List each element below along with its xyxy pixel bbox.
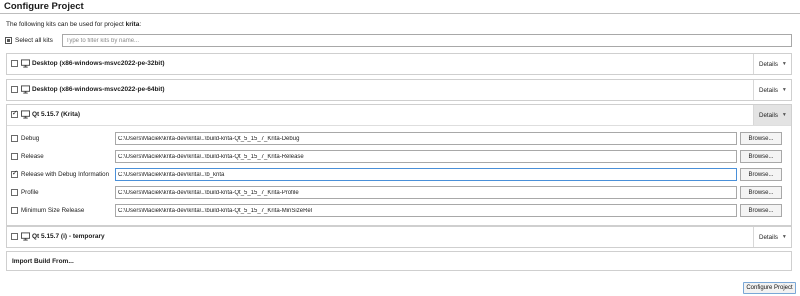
config-checkbox[interactable] [11, 207, 18, 214]
details-label: Details [759, 86, 778, 94]
kits-description: The following kits can be used for proje… [6, 21, 141, 28]
config-checkbox[interactable] [11, 169, 18, 179]
build-path-input[interactable] [115, 132, 737, 145]
chevron-down-icon: ▼ [781, 61, 787, 67]
select-all-label: Select all kits [15, 37, 53, 44]
project-name: krita [125, 21, 140, 28]
config-label: Minimum Size Release [21, 207, 85, 214]
monitor-icon [21, 232, 30, 241]
config-label: Release with Debug Information [21, 171, 110, 178]
config-label: Release [21, 153, 44, 160]
build-path-input[interactable] [115, 204, 737, 217]
kit-name: Qt 5.15.7 (i) - temporary [32, 233, 105, 240]
config-checkbox[interactable] [11, 135, 18, 142]
import-build-panel[interactable]: Import Build From... [6, 251, 792, 271]
details-label: Details [759, 60, 778, 68]
kit-build-configs: Debug Browse... Release Browse... Releas… [7, 125, 791, 225]
build-path-input[interactable] [115, 186, 737, 199]
build-path-input[interactable] [115, 150, 737, 163]
kit-filter-input[interactable] [62, 34, 792, 47]
config-row-relwithdebinfo: Release with Debug Information Browse... [7, 166, 791, 184]
kit-details-button[interactable]: Details ▼ [753, 80, 791, 100]
kit-panel-desktop-32bit: Desktop (x86-windows-msvc2022-pe-32bit) … [6, 53, 792, 75]
browse-button[interactable]: Browse... [740, 168, 782, 181]
chevron-down-icon: ▼ [781, 112, 787, 118]
kit-details-button[interactable]: Details ▼ [753, 227, 791, 247]
config-row-debug: Debug Browse... [7, 130, 791, 148]
subtitle-suffix: : [139, 21, 142, 28]
config-checkbox[interactable] [11, 153, 18, 160]
kit-checkbox[interactable] [11, 109, 18, 119]
kit-checkbox[interactable] [11, 60, 18, 67]
kit-panel-desktop-64bit: Desktop (x86-windows-msvc2022-pe-64bit) … [6, 79, 792, 101]
monitor-icon [21, 110, 30, 119]
chevron-down-icon: ▼ [781, 234, 787, 240]
subtitle-prefix: The following kits can be used for proje… [6, 21, 124, 28]
configure-project-button[interactable]: Configure Project [743, 282, 796, 294]
kit-name: Qt 5.15.7 (Krita) [32, 111, 81, 118]
browse-button[interactable]: Browse... [740, 204, 782, 217]
import-build-label: Import Build From... [12, 258, 74, 265]
details-label: Details [759, 233, 778, 241]
build-path-input[interactable] [115, 168, 737, 181]
kit-panel-qt-temporary: Qt 5.15.7 (i) - temporary Details ▼ [6, 226, 792, 248]
config-checkbox[interactable] [11, 189, 18, 196]
config-row-minsizerel: Minimum Size Release Browse... [7, 202, 791, 220]
select-all-kits[interactable]: Select all kits [5, 37, 53, 44]
config-row-profile: Profile Browse... [7, 184, 791, 202]
config-row-release: Release Browse... [7, 148, 791, 166]
browse-button[interactable]: Browse... [740, 132, 782, 145]
select-all-checkbox[interactable] [5, 37, 12, 44]
kit-name: Desktop (x86-windows-msvc2022-pe-64bit) [32, 86, 165, 93]
page-title: Configure Project [4, 1, 84, 12]
kit-details-button[interactable]: Details ▼ [753, 105, 791, 125]
details-label: Details [759, 111, 778, 119]
kit-panel-qt-krita: Qt 5.15.7 (Krita) Details ▼ Debug Browse… [6, 104, 792, 226]
kit-name: Desktop (x86-windows-msvc2022-pe-32bit) [32, 60, 165, 67]
chevron-down-icon: ▼ [781, 87, 787, 93]
monitor-icon [21, 59, 30, 68]
title-divider [0, 13, 800, 14]
kit-details-button[interactable]: Details ▼ [753, 54, 791, 74]
config-label: Debug [21, 135, 40, 142]
browse-button[interactable]: Browse... [740, 186, 782, 199]
kit-checkbox[interactable] [11, 86, 18, 93]
config-label: Profile [21, 189, 39, 196]
monitor-icon [21, 85, 30, 94]
browse-button[interactable]: Browse... [740, 150, 782, 163]
kit-checkbox[interactable] [11, 233, 18, 240]
